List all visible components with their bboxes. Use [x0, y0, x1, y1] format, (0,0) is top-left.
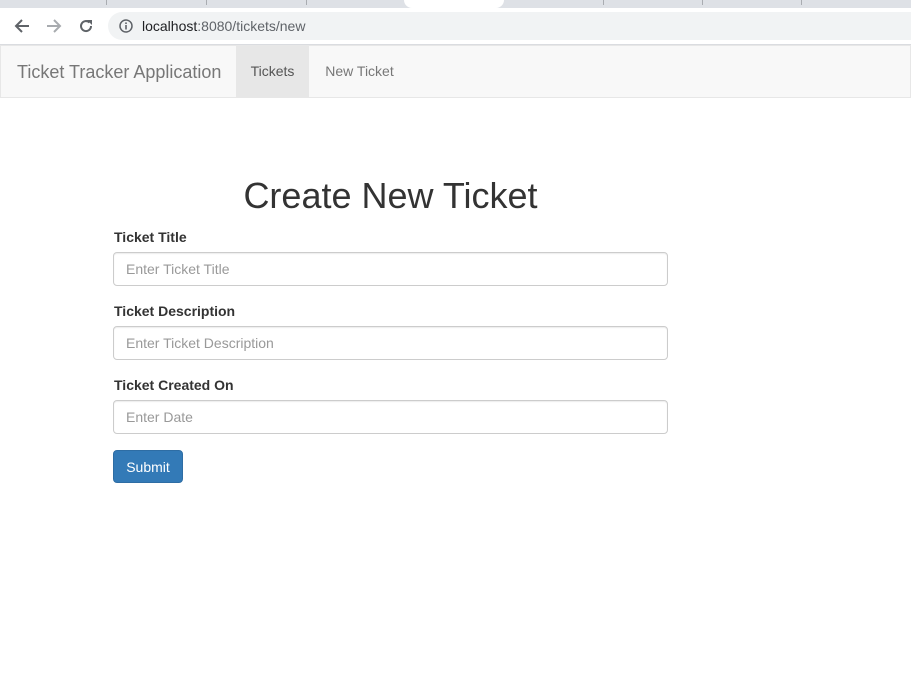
ticket-created-on-label: Ticket Created On [114, 377, 234, 393]
reload-icon [80, 20, 93, 33]
ticket-created-on-input[interactable] [113, 400, 668, 434]
ticket-description-input[interactable] [113, 326, 668, 360]
info-icon[interactable] [119, 19, 133, 33]
nav-link-new-ticket[interactable]: New Ticket [310, 46, 409, 97]
arrow-right-icon [47, 19, 62, 33]
url-path: :8080/tickets/new [197, 18, 306, 34]
navbar-brand[interactable]: Ticket Tracker Application [17, 62, 221, 83]
back-button[interactable] [10, 15, 34, 37]
tab-separator [106, 0, 107, 5]
app-navbar: Ticket Tracker Application Tickets New T… [0, 45, 911, 98]
forward-button[interactable] [42, 15, 66, 37]
tab-separator [206, 0, 207, 5]
browser-active-tab[interactable] [404, 0, 504, 8]
arrow-left-icon [14, 19, 29, 33]
address-url: localhost:8080/tickets/new [142, 18, 305, 34]
browser-tab-strip [0, 0, 911, 8]
page-title: Create New Ticket [243, 175, 538, 216]
address-bar[interactable]: localhost:8080/tickets/new [108, 12, 911, 40]
tab-separator [306, 0, 307, 5]
submit-button[interactable]: Submit [113, 450, 183, 483]
tab-separator [702, 0, 703, 5]
ticket-description-label: Ticket Description [114, 303, 236, 319]
tab-separator [603, 0, 604, 5]
tab-separator [801, 0, 802, 5]
ticket-title-label: Ticket Title [114, 229, 187, 245]
nav-link-tickets[interactable]: Tickets [236, 46, 309, 97]
ticket-title-input[interactable] [113, 252, 668, 286]
browser-toolbar: localhost:8080/tickets/new [0, 8, 911, 45]
url-host: localhost [142, 18, 198, 34]
reload-button[interactable] [74, 15, 98, 37]
